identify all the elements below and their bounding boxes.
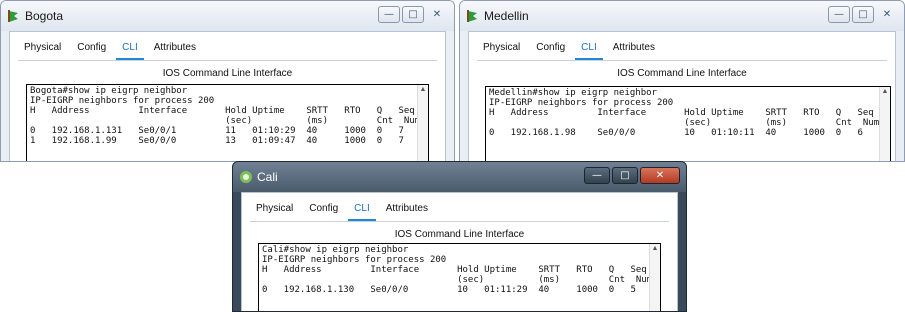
bogota-window: Bogota — □ ✕ Physical Config CLI Attribu… [0,0,455,162]
cli-terminal[interactable]: Medellin#show ip eigrp neighbor IP-EIGRP… [485,86,891,161]
medellin-title-bar[interactable]: Medellin — □ ✕ [460,1,904,31]
minimize-icon[interactable]: — [378,6,400,23]
window-title: Bogota [25,9,64,23]
tab-config[interactable]: Config [534,40,567,55]
window-title: Cali [257,170,278,184]
tab-cli[interactable]: CLI [348,201,376,222]
tab-cli[interactable]: CLI [575,40,603,61]
tab-attributes[interactable]: Attributes [152,40,198,55]
panel-title: IOS Command Line Interface [394,229,525,240]
tab-divider [18,60,437,61]
device-panel: Physical Config CLI Attributes IOS Comma… [9,31,446,161]
close-icon[interactable]: ✕ [426,6,448,23]
minimize-icon[interactable]: — [584,167,610,184]
maximize-icon[interactable]: □ [612,167,638,184]
scroll-up-icon[interactable]: ▲ [880,87,890,97]
close-icon[interactable]: ✕ [876,6,898,23]
router-app-icon [467,10,477,22]
tab-config[interactable]: Config [307,201,340,216]
cli-terminal[interactable]: Cali#show ip eigrp neighbor IP-EIGRP nei… [258,243,661,311]
tab-config[interactable]: Config [75,40,108,55]
terminal-scrollbar[interactable]: ▲ [649,244,660,311]
scroll-up-icon[interactable]: ▲ [650,244,660,254]
tab-cli[interactable]: CLI [116,40,144,61]
cali-window: Cali — □ ✕ Physical Config CLI Attribute… [232,161,687,312]
bogota-title-bar[interactable]: Bogota — □ ✕ [1,1,454,31]
medellin-window: Medellin — □ ✕ Physical Config CLI Attri… [459,0,905,162]
router-app-icon [240,171,252,183]
minimize-icon[interactable]: — [828,6,850,23]
cali-title-bar[interactable]: Cali — □ ✕ [233,162,686,192]
maximize-icon[interactable]: □ [852,6,874,23]
tab-physical[interactable]: Physical [481,40,522,55]
tab-physical[interactable]: Physical [254,201,295,216]
terminal-output[interactable]: Cali#show ip eigrp neighbor IP-EIGRP nei… [259,244,660,296]
cli-terminal[interactable]: Bogota#show ip eigrp neighbor IP-EIGRP n… [26,84,429,161]
device-panel: Physical Config CLI Attributes IOS Comma… [241,192,678,311]
tab-divider [477,60,887,61]
tab-divider [250,221,669,222]
terminal-scrollbar[interactable]: ▲ [879,87,890,161]
terminal-output[interactable]: Bogota#show ip eigrp neighbor IP-EIGRP n… [27,85,428,147]
device-panel: Physical Config CLI Attributes IOS Comma… [468,31,896,161]
terminal-output[interactable]: Medellin#show ip eigrp neighbor IP-EIGRP… [486,87,890,139]
tab-attributes[interactable]: Attributes [611,40,657,55]
window-title: Medellin [484,9,529,23]
close-icon[interactable]: ✕ [640,167,680,184]
maximize-icon[interactable]: □ [402,6,424,23]
router-app-icon [8,10,18,22]
tab-attributes[interactable]: Attributes [384,201,430,216]
scroll-up-icon[interactable]: ▲ [418,85,428,95]
panel-title: IOS Command Line Interface [617,68,747,79]
terminal-scrollbar[interactable]: ▲ [417,85,428,161]
tab-physical[interactable]: Physical [22,40,63,55]
panel-title: IOS Command Line Interface [162,68,293,79]
